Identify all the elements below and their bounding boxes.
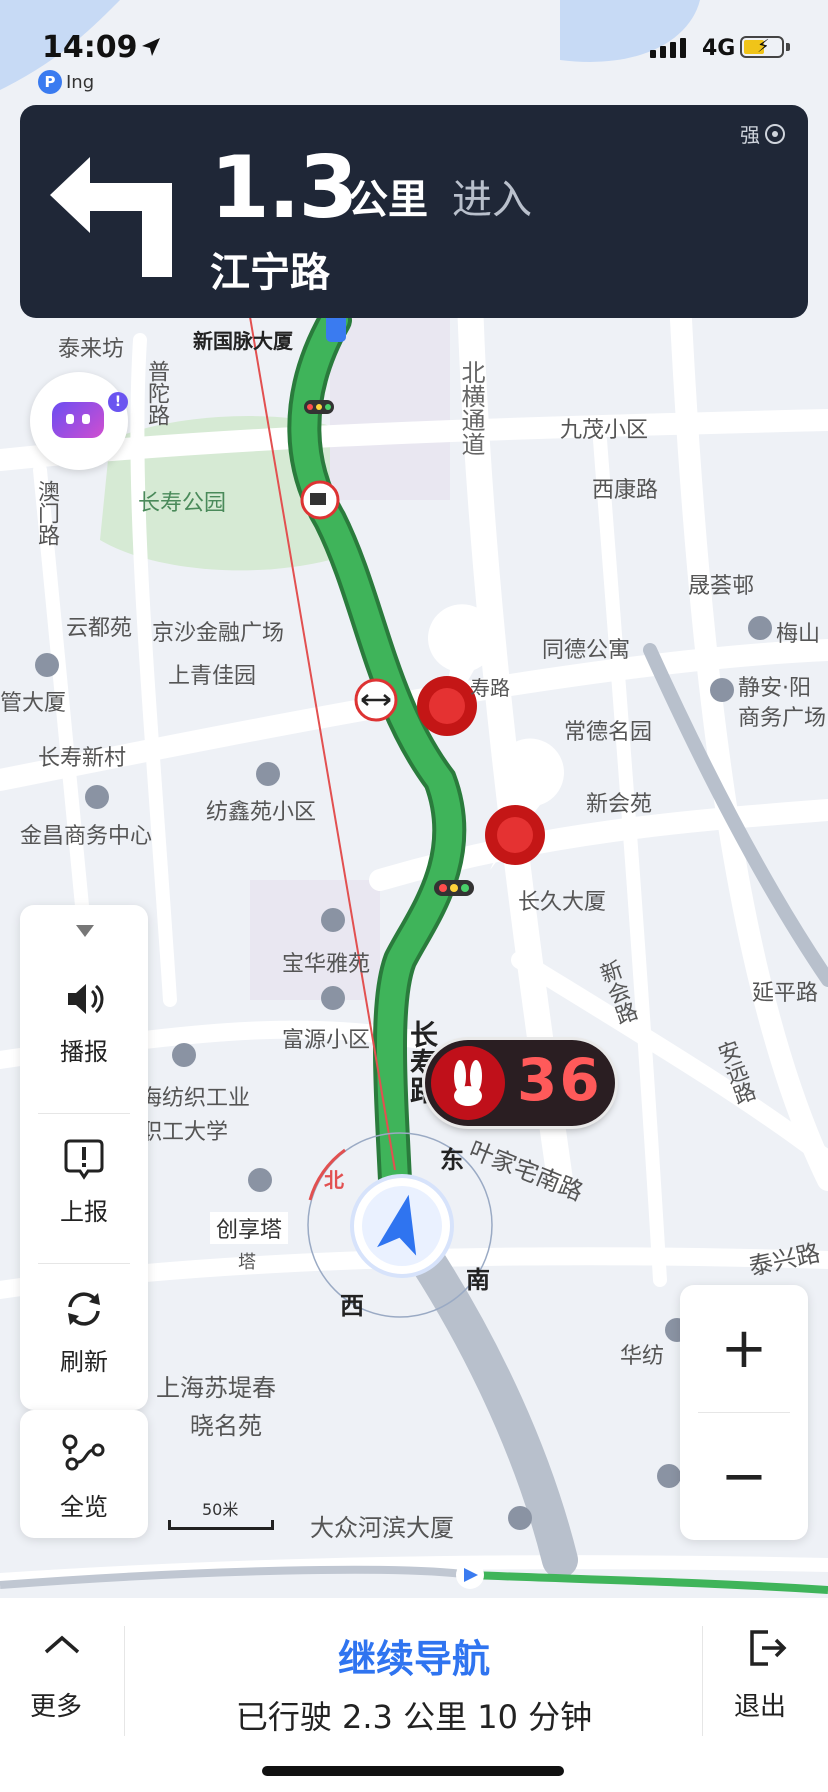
parking-icon: P <box>38 70 62 94</box>
signal-icon <box>650 36 686 58</box>
map-label: 新会苑 <box>586 792 653 817</box>
exit-icon <box>750 1630 787 1666</box>
distance-unit: 公里 <box>348 177 428 223</box>
map-label: 大众河滨大厦 <box>310 1514 454 1542</box>
report-icon <box>64 1139 104 1180</box>
current-speed: 36 <box>517 1046 602 1114</box>
broadcast-button[interactable]: 播报 <box>20 955 148 1085</box>
speed-indicator: 36 <box>425 1040 615 1126</box>
report-button[interactable]: 上报 <box>20 1115 148 1245</box>
road-label: 北横通道 <box>457 360 485 456</box>
maneuver-action: 进入 <box>452 177 532 223</box>
map-label: 常德名园 <box>564 720 653 745</box>
map-label: 静安·阳 <box>738 676 811 701</box>
report-label: 上报 <box>60 1198 108 1226</box>
map-label: 同德公寓 <box>542 638 631 663</box>
rabbit-icon <box>431 1046 505 1120</box>
map-label: 晟荟邨 <box>688 574 755 599</box>
battery-tip <box>786 43 790 51</box>
background-activity-indicator[interactable]: P Ing <box>38 70 94 94</box>
gps-signal-icon <box>765 123 785 144</box>
zoom-controls: + − <box>680 1285 808 1540</box>
map-label: 延平路 <box>752 981 819 1006</box>
map-label: 九茂小区 <box>560 418 649 443</box>
map-label: 新国脉大厦 <box>193 329 293 353</box>
location-arrow-icon <box>140 36 162 62</box>
map-label: 长寿新村 <box>38 746 127 771</box>
map-label: 创享塔 <box>210 1212 289 1244</box>
map-label: 京沙金融广场 <box>152 621 285 646</box>
route-overview-button[interactable]: 全览 <box>20 1410 148 1538</box>
refresh-icon <box>68 1292 100 1326</box>
zoom-out-button[interactable]: − <box>680 1413 808 1540</box>
current-location-marker <box>348 1172 456 1280</box>
map-label: 华纺 <box>620 1344 665 1369</box>
map-tools-panel: 播报 上报 刷新 <box>20 905 148 1410</box>
map-label: 海纺织工业 <box>140 1086 251 1111</box>
road-label: 寿路 <box>470 676 510 700</box>
network-type: 4G <box>702 36 736 61</box>
exit-label: 退出 <box>734 1692 787 1722</box>
ing-label: Ing <box>66 71 95 93</box>
scale-label: 50米 <box>202 1500 239 1519</box>
overview-label: 全览 <box>60 1493 108 1521</box>
trip-summary: 已行驶 2.3 公里 10 分钟 <box>235 1698 593 1736</box>
map-label: 管大厦 <box>0 691 67 716</box>
map-label: 长寿公园 <box>138 491 227 516</box>
map-label: 上海苏堤春 <box>156 1374 276 1402</box>
map-label: 上青佳园 <box>168 664 257 689</box>
collapse-toggle-icon[interactable] <box>76 925 94 937</box>
road-label: 普陀路 <box>144 360 169 426</box>
map-label: 塔 <box>238 1252 256 1273</box>
gps-strength-label: 强 <box>740 123 760 147</box>
refresh-label: 刷新 <box>60 1348 108 1376</box>
continue-navigation-button[interactable]: 继续导航 <box>0 1628 828 1683</box>
map-label: 晓名苑 <box>190 1412 262 1440</box>
map-label: 西康路 <box>592 478 659 503</box>
map-label: 金昌商务中心 <box>20 824 153 849</box>
map-label: 长久大厦 <box>518 890 607 915</box>
route-overview-icon <box>62 1434 105 1471</box>
map-label: 商务广场 <box>738 706 827 731</box>
map-label: 宝华雅苑 <box>282 952 371 977</box>
compass-north: 北 <box>324 1168 344 1192</box>
next-road-name: 江宁路 <box>210 250 330 296</box>
map-label: 职工大学 <box>140 1120 229 1145</box>
compass-east: 东 <box>440 1146 464 1174</box>
turn-instruction-banner[interactable]: 1.3 公里 进入 江宁路 强 <box>20 105 808 318</box>
map-label: 泰来坊 <box>58 337 125 362</box>
battery-icon: ⚡ <box>740 36 784 58</box>
road-label: 澳门路 <box>34 480 59 546</box>
broadcast-label: 播报 <box>60 1038 108 1066</box>
gps-strength: 强 <box>740 119 786 148</box>
status-time: 14:09 <box>42 30 138 65</box>
map-label: 云都苑 <box>66 616 133 641</box>
home-indicator[interactable] <box>262 1766 564 1776</box>
distance-value: 1.3 <box>210 138 358 238</box>
notification-badge: ! <box>108 392 128 412</box>
turn-left-arrow-icon <box>50 157 190 281</box>
map-label: 富源小区 <box>282 1028 371 1053</box>
map-label: 梅山 <box>776 622 821 647</box>
speaker-icon <box>68 984 104 1014</box>
scale-bar <box>168 1520 274 1530</box>
voice-assistant-button[interactable]: ! <box>30 372 128 470</box>
refresh-button[interactable]: 刷新 <box>20 1265 148 1395</box>
map-label: 纺鑫苑小区 <box>206 800 317 825</box>
compass-south: 南 <box>466 1266 490 1294</box>
compass-west: 西 <box>340 1292 364 1320</box>
zoom-in-button[interactable]: + <box>680 1285 808 1412</box>
assistant-face-icon <box>52 402 104 438</box>
